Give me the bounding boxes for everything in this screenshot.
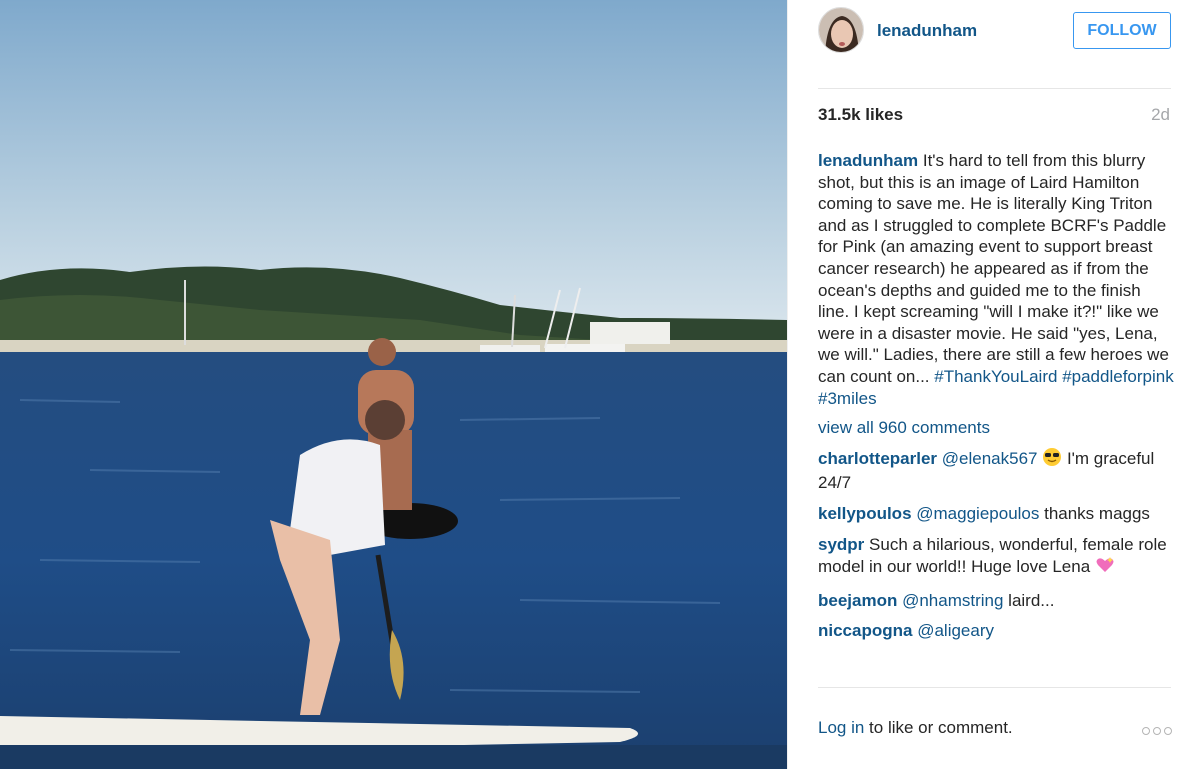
more-dot — [1164, 727, 1172, 735]
comment-item: sydpr Such a hilarious, wonderful, femal… — [818, 534, 1174, 581]
comments-section: lenadunham It's hard to tell from this b… — [818, 150, 1174, 651]
sunglasses-emoji-icon — [1042, 447, 1062, 473]
comment-mention[interactable]: @aligeary — [917, 621, 994, 640]
login-link[interactable]: Log in — [818, 718, 864, 737]
comment-item: kellypoulos @maggiepoulos thanks maggs — [818, 503, 1174, 525]
post-age[interactable]: 2d — [1151, 105, 1170, 125]
post-caption: lenadunham It's hard to tell from this b… — [818, 150, 1174, 409]
more-dot — [1153, 727, 1161, 735]
caption-username[interactable]: lenadunham — [818, 151, 918, 170]
comment-item: beejamon @nhamstring laird... — [818, 590, 1174, 612]
avatar-image — [819, 8, 863, 52]
comment-mention[interactable]: @nhamstring — [902, 591, 1003, 610]
login-prompt: Log in to like or comment. — [818, 718, 1013, 738]
comment-item: niccapogna @aligeary — [818, 620, 1174, 642]
comment-username[interactable]: niccapogna — [818, 621, 912, 640]
more-dot — [1142, 727, 1150, 735]
comment-text: thanks maggs — [1039, 503, 1150, 523]
footer-divider — [818, 687, 1171, 688]
hashtag-link[interactable]: #paddleforpink — [1062, 367, 1174, 386]
avatar[interactable] — [818, 7, 864, 53]
view-all-comments-link[interactable]: view all 960 comments — [818, 417, 1174, 439]
hashtag-link[interactable]: #3miles — [818, 389, 877, 408]
comment-username[interactable]: beejamon — [818, 591, 897, 610]
instagram-post: lenadunham FOLLOW 31.5k likes 2d lenadun… — [0, 0, 1200, 769]
login-prompt-text: to like or comment. — [864, 718, 1013, 737]
caption-text: It's hard to tell from this blurry shot,… — [818, 151, 1169, 386]
comment-username[interactable]: charlotteparler — [818, 449, 937, 468]
comment-text: laird... — [1003, 590, 1055, 610]
more-options-icon[interactable] — [1142, 727, 1172, 735]
post-sidebar: lenadunham FOLLOW 31.5k likes 2d lenadun… — [787, 0, 1200, 769]
comment-username[interactable]: sydpr — [818, 535, 864, 554]
follow-button[interactable]: FOLLOW — [1073, 12, 1171, 49]
header-username[interactable]: lenadunham — [877, 21, 977, 41]
comment-username[interactable]: kellypoulos — [818, 504, 912, 523]
comment-item: charlotteparler @elenak567 I'm graceful … — [818, 447, 1174, 494]
comment-mention[interactable]: @maggiepoulos — [916, 504, 1039, 523]
post-photo[interactable] — [0, 0, 787, 769]
header-divider — [818, 88, 1171, 89]
comment-mention[interactable]: @elenak567 — [942, 449, 1038, 468]
sparkling-heart-emoji-icon — [1095, 555, 1115, 581]
post-header: lenadunham FOLLOW — [788, 0, 1200, 88]
paddleboard-photo — [0, 0, 787, 769]
hashtag-link[interactable]: #ThankYouLaird — [934, 367, 1057, 386]
likes-count[interactable]: 31.5k likes — [818, 105, 903, 125]
